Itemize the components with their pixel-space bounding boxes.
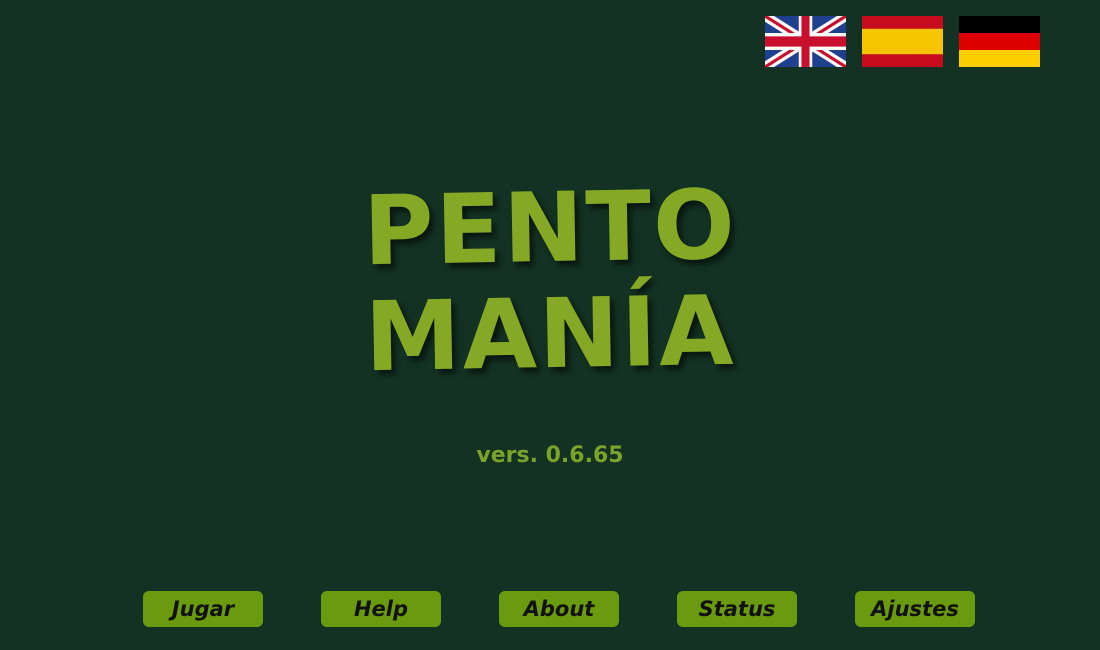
help-button[interactable]: Help: [321, 591, 441, 627]
about-button[interactable]: About: [499, 591, 619, 627]
game-title-line-1: PENTO: [362, 168, 738, 288]
main-menu-screen: PENTO MANÍA vers. 0.6.65 Jugar Help Abou…: [0, 0, 1100, 650]
uk-flag-icon[interactable]: [765, 16, 846, 67]
status-button[interactable]: Status: [677, 591, 797, 627]
game-title-line-2: MANÍA: [363, 274, 737, 394]
spain-flag-icon[interactable]: [862, 16, 943, 67]
settings-button[interactable]: Ajustes: [855, 591, 975, 627]
version-label: vers. 0.6.65: [476, 443, 624, 468]
play-button[interactable]: Jugar: [143, 591, 263, 627]
germany-flag-icon[interactable]: [959, 16, 1040, 67]
